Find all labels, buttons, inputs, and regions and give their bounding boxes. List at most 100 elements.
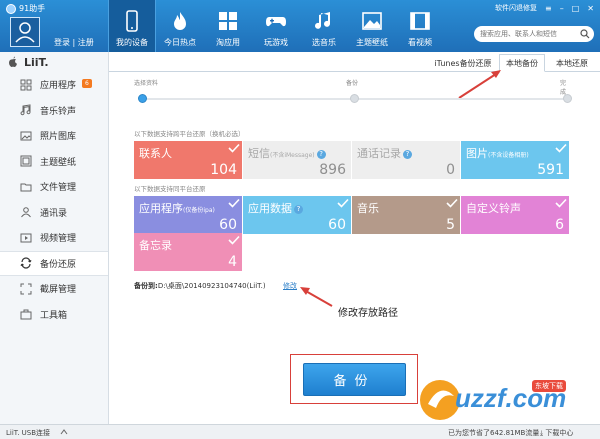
step-dot-backup xyxy=(350,94,359,103)
tile-music[interactable]: 音乐 5 xyxy=(352,196,460,234)
tile-notes[interactable]: 备忘录 4 xyxy=(134,233,242,271)
sidebar-item-backup[interactable]: 备份还原 xyxy=(0,250,108,276)
tile-name: 备忘录 xyxy=(139,239,172,252)
nav-games[interactable]: 玩游戏 xyxy=(252,0,300,52)
tile-call-log[interactable]: 通话记录? 0 xyxy=(352,141,460,179)
tile-count: 60 xyxy=(219,217,237,233)
download-center-link[interactable]: ⤓ 下载中心 xyxy=(540,428,573,438)
settings-icon[interactable]: ≡ xyxy=(545,4,552,13)
checkmark-icon xyxy=(555,198,567,208)
nav-hot-today[interactable]: 今日热点 xyxy=(156,0,204,52)
tile-count: 5 xyxy=(446,217,455,233)
search-icon[interactable] xyxy=(580,29,590,39)
flash-fix-link[interactable]: 软件闪退修复 xyxy=(495,3,537,13)
watermark-tag: 东坡下载 xyxy=(532,380,566,392)
film-icon xyxy=(409,10,431,32)
app-logo-icon xyxy=(6,3,16,14)
user-icon xyxy=(15,22,35,43)
sidebar-item-wallpaper[interactable]: 主题壁纸 xyxy=(0,149,108,175)
backup-icon xyxy=(20,257,32,269)
tile-app-data[interactable]: 应用数据? 60 xyxy=(243,196,351,234)
top-header: 91助手 登录 | 注册 我的设备 今日热点 淘应用 玩游戏 选音乐 主题壁纸 … xyxy=(0,0,600,52)
tile-name: 应用数据? xyxy=(248,200,303,216)
gamepad-icon xyxy=(265,10,287,32)
nav-music[interactable]: 选音乐 xyxy=(300,0,348,52)
apple-icon xyxy=(9,56,17,67)
app-title: 91助手 xyxy=(6,3,45,14)
tab-local-restore[interactable]: 本地还原 xyxy=(547,54,597,72)
sidebar-item-contacts[interactable]: 通讯录 xyxy=(0,200,108,226)
tile-count: 896 xyxy=(319,162,346,178)
toolbox-icon xyxy=(20,308,32,320)
help-icon[interactable]: ? xyxy=(294,205,303,214)
tile-contacts[interactable]: 联系人 104 xyxy=(134,141,242,179)
folder-icon xyxy=(20,181,32,193)
register-link[interactable]: 注册 xyxy=(78,38,94,47)
sidebar-item-music[interactable]: 音乐铃声 xyxy=(0,98,108,124)
flame-icon xyxy=(169,10,191,32)
checkmark-icon xyxy=(446,198,458,208)
step-dot-select xyxy=(138,94,147,103)
chevron-up-icon[interactable] xyxy=(60,428,68,436)
login-register: 登录 | 注册 xyxy=(54,38,94,47)
photo-icon xyxy=(20,130,32,142)
nav-apps[interactable]: 淘应用 xyxy=(204,0,252,52)
step-backup: 备份 xyxy=(346,80,359,87)
tile-name: 应用程序(仅备份ipa) xyxy=(139,202,215,215)
sidebar: LiiT. 应用程序 6 音乐铃声 照片图库 主题壁纸 文件管理 通讯录 视频管… xyxy=(0,52,109,424)
minimize-icon[interactable]: – xyxy=(560,4,564,13)
tile-count: 0 xyxy=(446,162,455,178)
close-icon[interactable]: ✕ xyxy=(587,4,594,13)
sidebar-item-toolbox[interactable]: 工具箱 xyxy=(0,302,108,328)
tab-local-backup[interactable]: 本地备份 xyxy=(499,54,545,72)
tile-count: 591 xyxy=(537,162,564,178)
checkmark-icon xyxy=(228,235,240,245)
tile-sms[interactable]: 短信(不含iMessage)? 896 xyxy=(243,141,351,179)
checkmark-icon xyxy=(228,143,240,153)
tile-count: 104 xyxy=(210,162,237,178)
sidebar-item-apps[interactable]: 应用程序 6 xyxy=(0,72,108,98)
sidebar-item-videos[interactable]: 视频管理 xyxy=(0,225,108,251)
backup-path-label: 备份到: xyxy=(134,282,158,290)
contacts-icon xyxy=(20,206,32,218)
device-name: LiiT. xyxy=(0,52,108,72)
tab-bar: iTunes备份还原 本地备份 本地还原 xyxy=(109,52,600,72)
search-input[interactable] xyxy=(474,26,594,42)
progress-steps: 选择资料 备份 完成 xyxy=(134,78,572,108)
modify-path-link[interactable]: 修改 xyxy=(283,281,297,291)
nav-my-device[interactable]: 我的设备 xyxy=(108,0,156,52)
tile-subtitle: (不含iMessage) xyxy=(270,152,315,159)
tile-photos[interactable]: 图片(不含设备相册) 591 xyxy=(461,141,569,179)
login-link[interactable]: 登录 xyxy=(54,38,70,47)
connection-status: LiiT. USB连接 xyxy=(6,429,51,437)
nav-video[interactable]: 看视频 xyxy=(396,0,444,52)
tile-name: 图片(不含设备相册) xyxy=(466,147,529,160)
nav-wallpaper[interactable]: 主题壁纸 xyxy=(348,0,396,52)
maximize-icon[interactable]: □ xyxy=(572,4,580,13)
music-note-icon xyxy=(313,10,335,32)
tile-name: 音乐 xyxy=(357,202,379,215)
checkmark-icon xyxy=(555,143,567,153)
backup-button[interactable]: 备份 xyxy=(303,363,406,396)
apps-grid-icon xyxy=(217,10,239,32)
section1-label: 以下数据支持跨平台还原（换机必选） xyxy=(134,130,245,138)
backup-path: 备份到:D:\桌面\20140923104740(LiiT.) xyxy=(134,281,266,291)
tile-subtitle: (不含设备相册) xyxy=(488,152,529,159)
tile-name: 通话记录? xyxy=(357,145,412,161)
wallpaper-icon xyxy=(20,155,32,167)
video-icon xyxy=(20,232,32,244)
tile-count: 4 xyxy=(228,254,237,270)
checkmark-icon xyxy=(228,198,240,208)
help-icon[interactable]: ? xyxy=(316,150,326,159)
sidebar-item-photos[interactable]: 照片图库 xyxy=(0,123,108,149)
window-controls: 软件闪退修复 ≡ – □ ✕ xyxy=(495,3,594,13)
sidebar-item-files[interactable]: 文件管理 xyxy=(0,174,108,200)
avatar[interactable] xyxy=(10,17,40,47)
tile-ringtones[interactable]: 自定义铃声 6 xyxy=(461,196,569,234)
sidebar-item-screenshots[interactable]: 截屏管理 xyxy=(0,276,108,302)
backup-path-value: D:\桌面\20140923104740(LiiT.) xyxy=(157,282,266,290)
image-icon xyxy=(361,10,383,32)
tile-apps[interactable]: 应用程序(仅备份ipa) 60 xyxy=(134,196,242,234)
status-bar: LiiT. USB连接 已为您节省了642.81MB流量 ⤓ 下载中心 xyxy=(0,424,600,439)
help-icon[interactable]: ? xyxy=(403,150,412,159)
